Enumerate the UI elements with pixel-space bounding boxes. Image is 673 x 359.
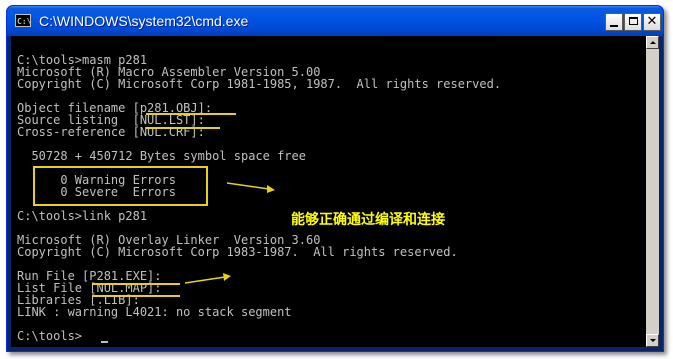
text-cursor bbox=[101, 341, 108, 343]
scroll-down-button[interactable] bbox=[646, 334, 659, 347]
console-line: 50728 + 450712 Bytes symbol space free bbox=[17, 149, 306, 163]
window-title: C:\WINDOWS\system32\cmd.exe bbox=[39, 13, 249, 29]
maximize-button[interactable] bbox=[624, 13, 642, 31]
lst-underline bbox=[146, 127, 220, 129]
close-icon: ✕ bbox=[646, 14, 658, 29]
console-line: C:\tools> bbox=[17, 329, 83, 343]
errors-highlight-box bbox=[33, 166, 208, 206]
title-bar[interactable]: C:\ C:\WINDOWS\system32\cmd.exe ✕ bbox=[7, 6, 663, 36]
console-output[interactable]: C:\tools>masm p281 Microsoft (R) Macro A… bbox=[11, 36, 646, 347]
arrow-icon bbox=[226, 182, 275, 193]
minimize-icon bbox=[610, 25, 618, 27]
cmd-app-icon[interactable]: C:\ bbox=[15, 14, 31, 27]
scroll-up-button[interactable] bbox=[646, 36, 659, 49]
map-underline bbox=[92, 295, 180, 297]
console-line: C:\tools>link p281 bbox=[17, 209, 148, 223]
console-line: LINK : warning L4021: no stack segment bbox=[17, 305, 292, 319]
close-button[interactable]: ✕ bbox=[643, 13, 661, 31]
console-line: Copyright (C) Microsoft Corp 1981-1985, … bbox=[17, 77, 502, 91]
cmd-window: C:\ C:\WINDOWS\system32\cmd.exe ✕ C:\too… bbox=[6, 5, 664, 352]
obj-filename-underline bbox=[146, 113, 236, 115]
minimize-button[interactable] bbox=[605, 13, 623, 31]
exe-underline bbox=[92, 283, 180, 285]
vertical-scrollbar[interactable] bbox=[646, 36, 659, 347]
console-line: Copyright (C) Microsoft Corp 1983-1987. … bbox=[17, 245, 458, 259]
arrow-icon bbox=[184, 273, 231, 284]
maximize-icon bbox=[628, 17, 638, 25]
annotation-label: 能够正确通过编译和连接 bbox=[291, 212, 445, 228]
